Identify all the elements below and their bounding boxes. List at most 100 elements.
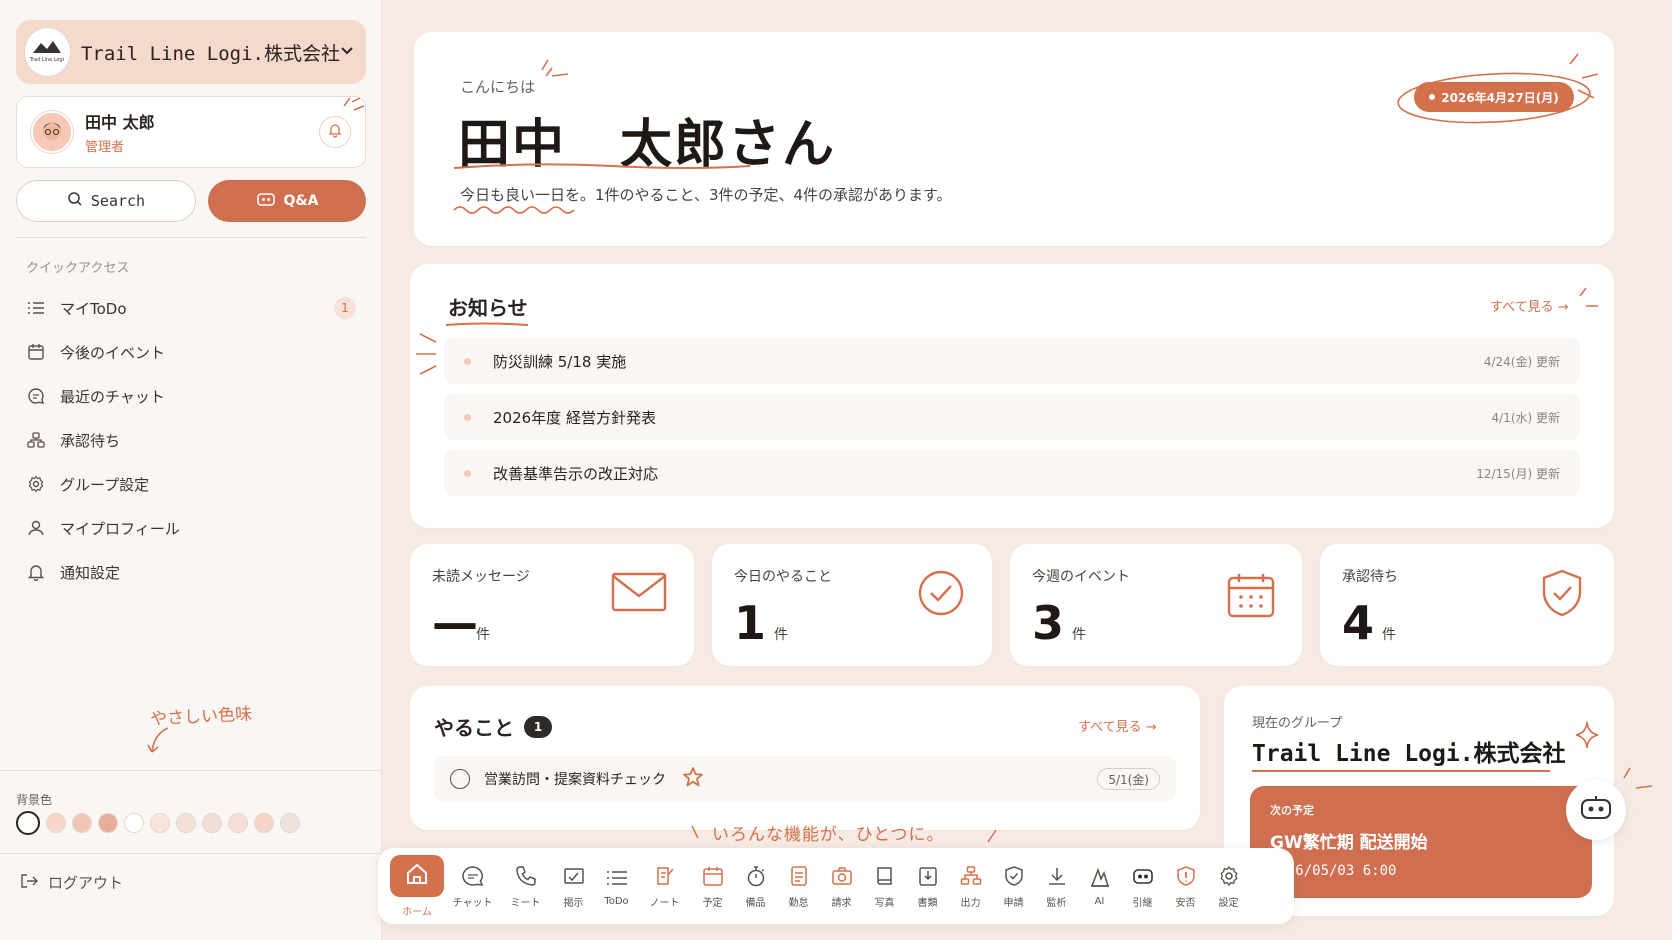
color-swatch[interactable]	[254, 813, 274, 833]
attendance-icon	[788, 864, 810, 888]
dock-item-application[interactable]: 申請	[992, 854, 1035, 918]
dock-item-label: ToDo	[604, 895, 629, 907]
logout-icon	[20, 873, 38, 893]
dock-item-output[interactable]: 出力	[949, 854, 992, 918]
dock-item-schedule[interactable]: 予定	[691, 854, 734, 918]
search-button[interactable]: Search	[16, 180, 196, 222]
bottom-dock: ホーム チャット ミート 掲示 ToDo ノート 予定 備品 勤怠 請求 写真	[378, 848, 1294, 924]
menu-item-pending-approvals[interactable]: 承認待ち	[16, 418, 366, 462]
dock-item-board[interactable]: 掲示	[552, 854, 595, 918]
dock-item-billing[interactable]: 請求	[820, 854, 863, 918]
bell-icon	[327, 122, 343, 142]
dock-item-label: 出力	[960, 897, 981, 909]
menu-item-label: マイToDo	[60, 299, 127, 318]
color-swatch[interactable]	[98, 813, 118, 833]
news-card: お知らせ すべて見る → 防災訓練 5/18 実施 4/24(金) 更新 202…	[410, 264, 1614, 528]
sparkle-decoration	[416, 333, 437, 375]
news-item[interactable]: 2026年度 経営方針発表 4/1(水) 更新	[444, 394, 1580, 440]
qa-button[interactable]: Q&A	[208, 180, 366, 222]
menu-item-notification-settings[interactable]: 通知設定	[16, 550, 366, 594]
dock-item-note[interactable]: ノート	[638, 854, 691, 918]
stat-card-unread-messages[interactable]: 未読メッセージ — 件	[410, 544, 694, 666]
menu-item-recent-chats[interactable]: 最近のチャット	[16, 374, 366, 418]
calendar-icon	[26, 342, 46, 362]
user-card[interactable]: 田中 太郎 管理者	[16, 96, 366, 168]
sparkle-decoration	[987, 829, 997, 843]
todo-item-date: 5/1(金)	[1097, 768, 1160, 790]
news-item-date: 4/24(金) 更新	[1483, 354, 1560, 369]
dock-item-label: 申請	[1003, 897, 1024, 909]
dock-item-analysis[interactable]: 監析	[1035, 854, 1078, 918]
menu-item-my-todo[interactable]: マイToDo 1	[16, 286, 366, 330]
calendar-icon	[702, 864, 724, 888]
stat-card-week-events[interactable]: 今週のイベント 3 件	[1010, 544, 1302, 666]
menu-item-upcoming-events[interactable]: 今後のイベント	[16, 330, 366, 374]
dot-icon	[1429, 94, 1436, 100]
star-icon[interactable]	[682, 766, 704, 792]
logout-button[interactable]: ログアウト	[20, 872, 123, 893]
dock-item-handover[interactable]: 引継	[1121, 854, 1164, 918]
company-name: Trail Line Logi.株式会社	[80, 42, 340, 65]
dock-item-label: ノート	[649, 897, 680, 909]
color-swatch[interactable]	[124, 813, 144, 833]
color-swatch[interactable]	[150, 813, 170, 833]
news-item-date: 4/1(水) 更新	[1491, 410, 1561, 425]
mail-icon	[610, 570, 668, 618]
handwritten-features-note: いろんな機能が、ひとつに。	[712, 825, 945, 845]
board-icon	[563, 864, 585, 888]
color-swatch[interactable]	[46, 813, 66, 833]
background-label: 背景色	[16, 793, 53, 807]
search-label: Search	[90, 192, 146, 210]
stat-card-pending-approvals[interactable]: 承認待ち 4 件	[1320, 544, 1614, 666]
svg-text:Trail Line Logi: Trail Line Logi	[29, 57, 64, 63]
todo-see-all-link[interactable]: すべて見る →	[1078, 716, 1157, 735]
color-swatch[interactable]	[202, 813, 222, 833]
dock-item-chat[interactable]: チャット	[446, 854, 499, 918]
menu-item-group-settings[interactable]: グループ設定	[16, 462, 366, 506]
todo-checkbox[interactable]	[450, 769, 470, 789]
menu-item-my-profile[interactable]: マイプロフィール	[16, 506, 366, 550]
bullet-icon	[464, 357, 471, 365]
color-swatch[interactable]	[228, 813, 248, 833]
news-item[interactable]: 防災訓練 5/18 実施 4/24(金) 更新	[444, 338, 1580, 384]
news-see-all-link[interactable]: すべて見る →	[1490, 296, 1569, 315]
color-swatch[interactable]	[72, 813, 92, 833]
dock-item-todo[interactable]: ToDo	[595, 854, 638, 918]
todo-item[interactable]: 営業訪問・提案資料チェック 5/1(金)	[434, 756, 1176, 802]
arrow-decoration	[147, 727, 169, 753]
dock-item-settings[interactable]: 設定	[1207, 854, 1250, 918]
dock-item-label: 書類	[917, 897, 938, 909]
dock-item-label: 引継	[1132, 897, 1153, 909]
dock-item-equipment[interactable]: 備品	[734, 854, 777, 918]
dock-item-photos[interactable]: 写真	[863, 854, 906, 918]
avatar	[31, 111, 73, 153]
dock-item-ai[interactable]: AI	[1078, 854, 1121, 918]
dock-item-documents[interactable]: 書類	[906, 854, 949, 918]
todo-title: やること	[434, 716, 514, 740]
stat-card-today-todo[interactable]: 今日のやること 1 件	[712, 544, 992, 666]
dock-item-home[interactable]: ホーム	[388, 854, 446, 918]
dock-item-meet[interactable]: ミート	[499, 854, 552, 918]
news-item-title: 防災訓練 5/18 実施	[493, 352, 627, 371]
sparkle-decoration	[1623, 767, 1653, 789]
news-item-title: 改善基準告示の改正対応	[493, 464, 659, 483]
dock-item-label: チャット	[452, 897, 493, 909]
dock-item-label: ホーム	[402, 906, 432, 918]
color-swatch-selected[interactable]	[16, 811, 40, 835]
robot-icon	[1579, 794, 1613, 826]
assistant-button[interactable]	[1566, 780, 1626, 840]
color-swatch[interactable]	[176, 813, 196, 833]
company-switcher[interactable]: Trail Line Logi Trail Line Logi.株式会社	[16, 20, 366, 84]
user-name: 田中 太郎	[85, 113, 155, 132]
qa-label: Q&A	[283, 193, 319, 209]
next-schedule[interactable]: 次の予定 GW繁忙期 配送開始 2026/05/03 6:00	[1250, 786, 1592, 898]
dock-item-safety[interactable]: 安否	[1164, 854, 1207, 918]
color-swatch[interactable]	[280, 813, 300, 833]
news-item[interactable]: 改善基準告示の改正対応 12/15(月) 更新	[444, 450, 1580, 496]
date-text: 2026年4月27日(月)	[1441, 90, 1559, 105]
sparkle-decoration	[541, 59, 569, 77]
background-color-picker: 背景色	[0, 770, 382, 854]
dock-item-attendance[interactable]: 勤怠	[777, 854, 820, 918]
menu-item-label: 承認待ち	[60, 431, 121, 450]
news-list: 防災訓練 5/18 実施 4/24(金) 更新 2026年度 経営方針発表 4/…	[444, 338, 1580, 506]
